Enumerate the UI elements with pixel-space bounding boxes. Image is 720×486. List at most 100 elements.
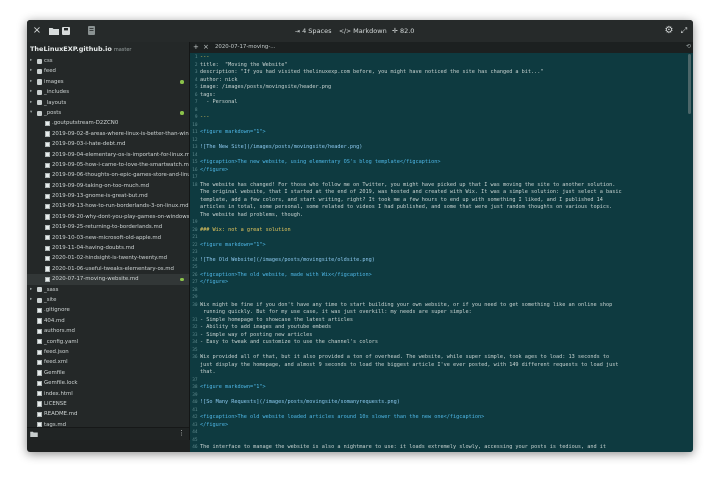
- project-title[interactable]: TheLinuxEXP.github.io master: [30, 45, 131, 53]
- code-line[interactable]: 31- Simple homepage to showcase the late…: [190, 317, 680, 325]
- tree-folder[interactable]: ▸ _sass: [27, 285, 189, 295]
- tree-folder[interactable]: ▸ css: [27, 56, 189, 66]
- code-line[interactable]: 1 ---: [190, 54, 680, 62]
- code-line[interactable]: 14: [190, 152, 680, 160]
- code-line[interactable]: 19: [190, 219, 680, 227]
- tree-file[interactable]: 2019-09-05-how-i-came-to-love-the-smartw…: [27, 160, 189, 170]
- code-line[interactable]: The website had problems, though.: [190, 212, 680, 220]
- tree-folder[interactable]: ▾ _posts: [27, 108, 189, 118]
- code-line[interactable]: 39: [190, 392, 680, 400]
- tree-file[interactable]: 2019-09-02-8-areas-where-linux-is-better…: [27, 129, 189, 139]
- code-line[interactable]: that.: [190, 369, 680, 377]
- tree-file[interactable]: index.html: [27, 389, 189, 399]
- tree-file[interactable]: 2019-09-06-thoughts-on-epic-games-store-…: [27, 170, 189, 180]
- tree-file[interactable]: 2019-09-03-i-hate-debt.md: [27, 139, 189, 149]
- tab-moving-website[interactable]: 2020-07-17-moving-...: [215, 42, 275, 53]
- tree-file[interactable]: Gemfile.lock: [27, 378, 189, 388]
- code-line[interactable]: 26 <figcaption>The old website, made with…: [190, 272, 680, 280]
- close-tab-button[interactable]: ×: [203, 42, 209, 53]
- tree-file[interactable]: 2019-09-25-returning-to-borderlands.md: [27, 222, 189, 232]
- code-line[interactable]: running quickly. But for my use case, it…: [190, 309, 680, 317]
- code-line[interactable]: 35: [190, 347, 680, 355]
- folder-icon[interactable]: [30, 431, 38, 437]
- open-folder-button[interactable]: [47, 23, 61, 39]
- code-line[interactable]: 8: [190, 107, 680, 115]
- tree-file[interactable]: 2019-09-09-taking-on-too-much.md: [27, 181, 189, 191]
- new-tab-button[interactable]: +: [193, 42, 199, 53]
- tree-file[interactable]: authors.md: [27, 326, 189, 336]
- code-line[interactable]: 37: [190, 377, 680, 385]
- scrollbar[interactable]: [688, 54, 691, 114]
- close-window-button[interactable]: ×: [31, 23, 43, 39]
- tree-folder[interactable]: ▸ _site: [27, 295, 189, 305]
- more-options-icon[interactable]: ⋮: [178, 429, 185, 437]
- tree-file[interactable]: 404.md: [27, 316, 189, 326]
- code-line[interactable]: 17: [190, 174, 680, 182]
- code-line[interactable]: 40 ![So Many Requests](/images/posts/movi…: [190, 399, 680, 407]
- code-line[interactable]: 11 <figure markdown="1">: [190, 129, 680, 137]
- code-line[interactable]: The original website, that I started at …: [190, 189, 680, 197]
- chevron-right-icon[interactable]: ▸: [30, 66, 36, 76]
- tree-folder[interactable]: ▸ images: [27, 77, 189, 87]
- revert-button[interactable]: [85, 23, 97, 39]
- code-line[interactable]: 41: [190, 407, 680, 415]
- code-line[interactable]: 5 image: /images/posts/movingsite/header.…: [190, 84, 680, 92]
- code-line[interactable]: 33- Simple way of posting new articles: [190, 332, 680, 340]
- tree-folder[interactable]: ▸ feed: [27, 66, 189, 76]
- chevron-right-icon[interactable]: ▸: [30, 56, 36, 66]
- chevron-right-icon[interactable]: ▸: [30, 87, 36, 97]
- code-line[interactable]: 38 <figure markdown="1">: [190, 384, 680, 392]
- tree-file[interactable]: 2019-11-04-having-doubts.md: [27, 243, 189, 253]
- tree-file[interactable]: .goutputstream-D2ZCN0: [27, 118, 189, 128]
- tree-file[interactable]: feed.json: [27, 347, 189, 357]
- tree-file[interactable]: 2019-09-13-gnome-is-great-but.md: [27, 191, 189, 201]
- tree-folder[interactable]: ▸ _includes: [27, 87, 189, 97]
- code-line[interactable]: tends to keep the formatting of every te…: [190, 452, 680, 453]
- code-line[interactable]: 45: [190, 437, 680, 445]
- chevron-right-icon[interactable]: ▸: [30, 77, 36, 87]
- tree-folder[interactable]: ▸ _layouts: [27, 98, 189, 108]
- code-line[interactable]: 20 ### Wix: not a great solution: [190, 227, 680, 235]
- code-line[interactable]: 16 </figure>: [190, 167, 680, 175]
- code-line[interactable]: 6 tags:: [190, 92, 680, 100]
- code-line[interactable]: 7 - Personal: [190, 99, 680, 107]
- fullscreen-button[interactable]: ⤢: [678, 23, 690, 39]
- tree-file[interactable]: 2020-01-06-useful-tweaks-elementary-os.m…: [27, 264, 189, 274]
- code-line[interactable]: 13 ![The New Site](/images/posts/movingsi…: [190, 144, 680, 152]
- tree-file[interactable]: README.md: [27, 409, 189, 419]
- code-line[interactable]: 46 The interface to manage the website is…: [190, 444, 680, 452]
- code-line[interactable]: 32- Ability to add images and youtube em…: [190, 324, 680, 332]
- code-line[interactable]: 22 <figure markdown="1">: [190, 242, 680, 250]
- chevron-right-icon[interactable]: ▸: [30, 98, 36, 108]
- code-line[interactable]: 36 Wix provided all of that, but it also …: [190, 354, 680, 362]
- tree-file[interactable]: 2019-09-20-why-dont-you-play-games-on-wi…: [27, 212, 189, 222]
- code-line[interactable]: 12: [190, 137, 680, 145]
- code-line[interactable]: 15 <figcaption>The new website, using ele…: [190, 159, 680, 167]
- code-line[interactable]: 3 description: "If you had visited thelin…: [190, 69, 680, 77]
- tree-file[interactable]: feed.xml: [27, 357, 189, 367]
- code-line[interactable]: 21: [190, 234, 680, 242]
- code-line[interactable]: 30 Wix might be fine if you don't have an…: [190, 302, 680, 310]
- chevron-down-icon[interactable]: ▾: [30, 108, 36, 118]
- code-line[interactable]: just display the homepage, and almost 9 …: [190, 362, 680, 370]
- indentation-selector[interactable]: ⇥ 4 Spaces: [295, 24, 332, 38]
- code-line[interactable]: template, add a few colors, and start wr…: [190, 197, 680, 205]
- tree-file[interactable]: 2019-09-04-elementary-os-is-important-fo…: [27, 150, 189, 160]
- chevron-right-icon[interactable]: ▸: [30, 285, 36, 295]
- code-line[interactable]: 24 ![The Old Website](/images/posts/movin…: [190, 257, 680, 265]
- code-line[interactable]: 29: [190, 294, 680, 302]
- save-button[interactable]: [60, 23, 72, 39]
- code-line[interactable]: 10: [190, 122, 680, 130]
- language-selector[interactable]: </> Markdown: [339, 24, 387, 38]
- restore-tab-icon[interactable]: ⟲: [686, 43, 691, 50]
- tree-file[interactable]: 2020-07-17-moving-website.md: [27, 274, 189, 285]
- tree-file[interactable]: 2020-01-02-hindsight-is-twenty-twenty.md: [27, 253, 189, 263]
- code-line[interactable]: 2 title: "Moving the Website": [190, 62, 680, 70]
- tree-file[interactable]: 2019-09-13-how-to-run-borderlands-3-on-l…: [27, 201, 189, 211]
- tree-file[interactable]: .gitignore: [27, 305, 189, 315]
- code-line[interactable]: 27 </figure>: [190, 279, 680, 287]
- code-line[interactable]: 44: [190, 429, 680, 437]
- zoom-control[interactable]: ✛ 82.0: [392, 24, 414, 38]
- code-line[interactable]: 4 author: nick: [190, 77, 680, 85]
- code-line[interactable]: articles in total, some personal, some r…: [190, 204, 680, 212]
